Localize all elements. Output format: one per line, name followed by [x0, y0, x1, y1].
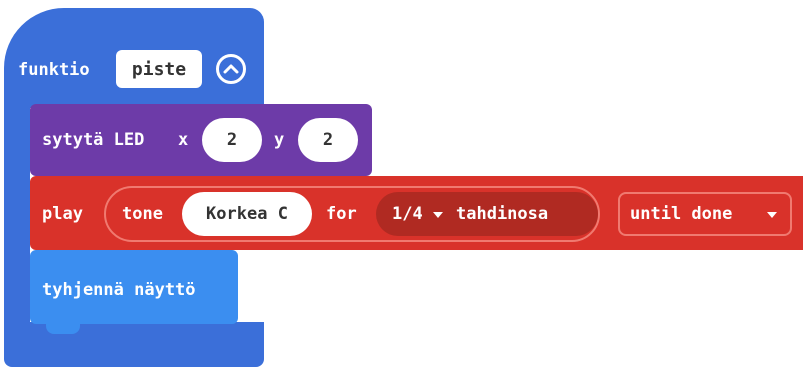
- function-name-field[interactable]: piste: [116, 50, 202, 88]
- clear-block-notch: [46, 324, 80, 334]
- chevron-up-icon: [223, 64, 239, 74]
- play-label: play: [42, 204, 83, 224]
- tone-label: tone: [122, 204, 163, 224]
- beat-value: 1/4: [392, 204, 423, 224]
- beat-unit: tahdinosa: [456, 204, 549, 224]
- led-x-label: x: [178, 130, 189, 150]
- beat-dropdown-icon: [433, 212, 443, 218]
- note-picker[interactable]: Korkea C: [182, 192, 312, 236]
- function-keyword: funktio: [18, 60, 90, 80]
- function-block-foot: [4, 322, 264, 367]
- play-mode-value: until done: [630, 204, 733, 224]
- play-mode-dropdown-icon: [767, 212, 777, 218]
- led-y-input[interactable]: 2: [298, 118, 358, 162]
- collapse-button[interactable]: [216, 54, 246, 84]
- led-y-label: y: [274, 130, 285, 150]
- led-block-label: sytytä LED: [42, 130, 145, 150]
- clear-screen-label: tyhjennä näyttö: [42, 280, 196, 300]
- led-x-input[interactable]: 2: [202, 118, 262, 162]
- for-label: for: [326, 204, 357, 224]
- function-block-stem: [4, 100, 30, 330]
